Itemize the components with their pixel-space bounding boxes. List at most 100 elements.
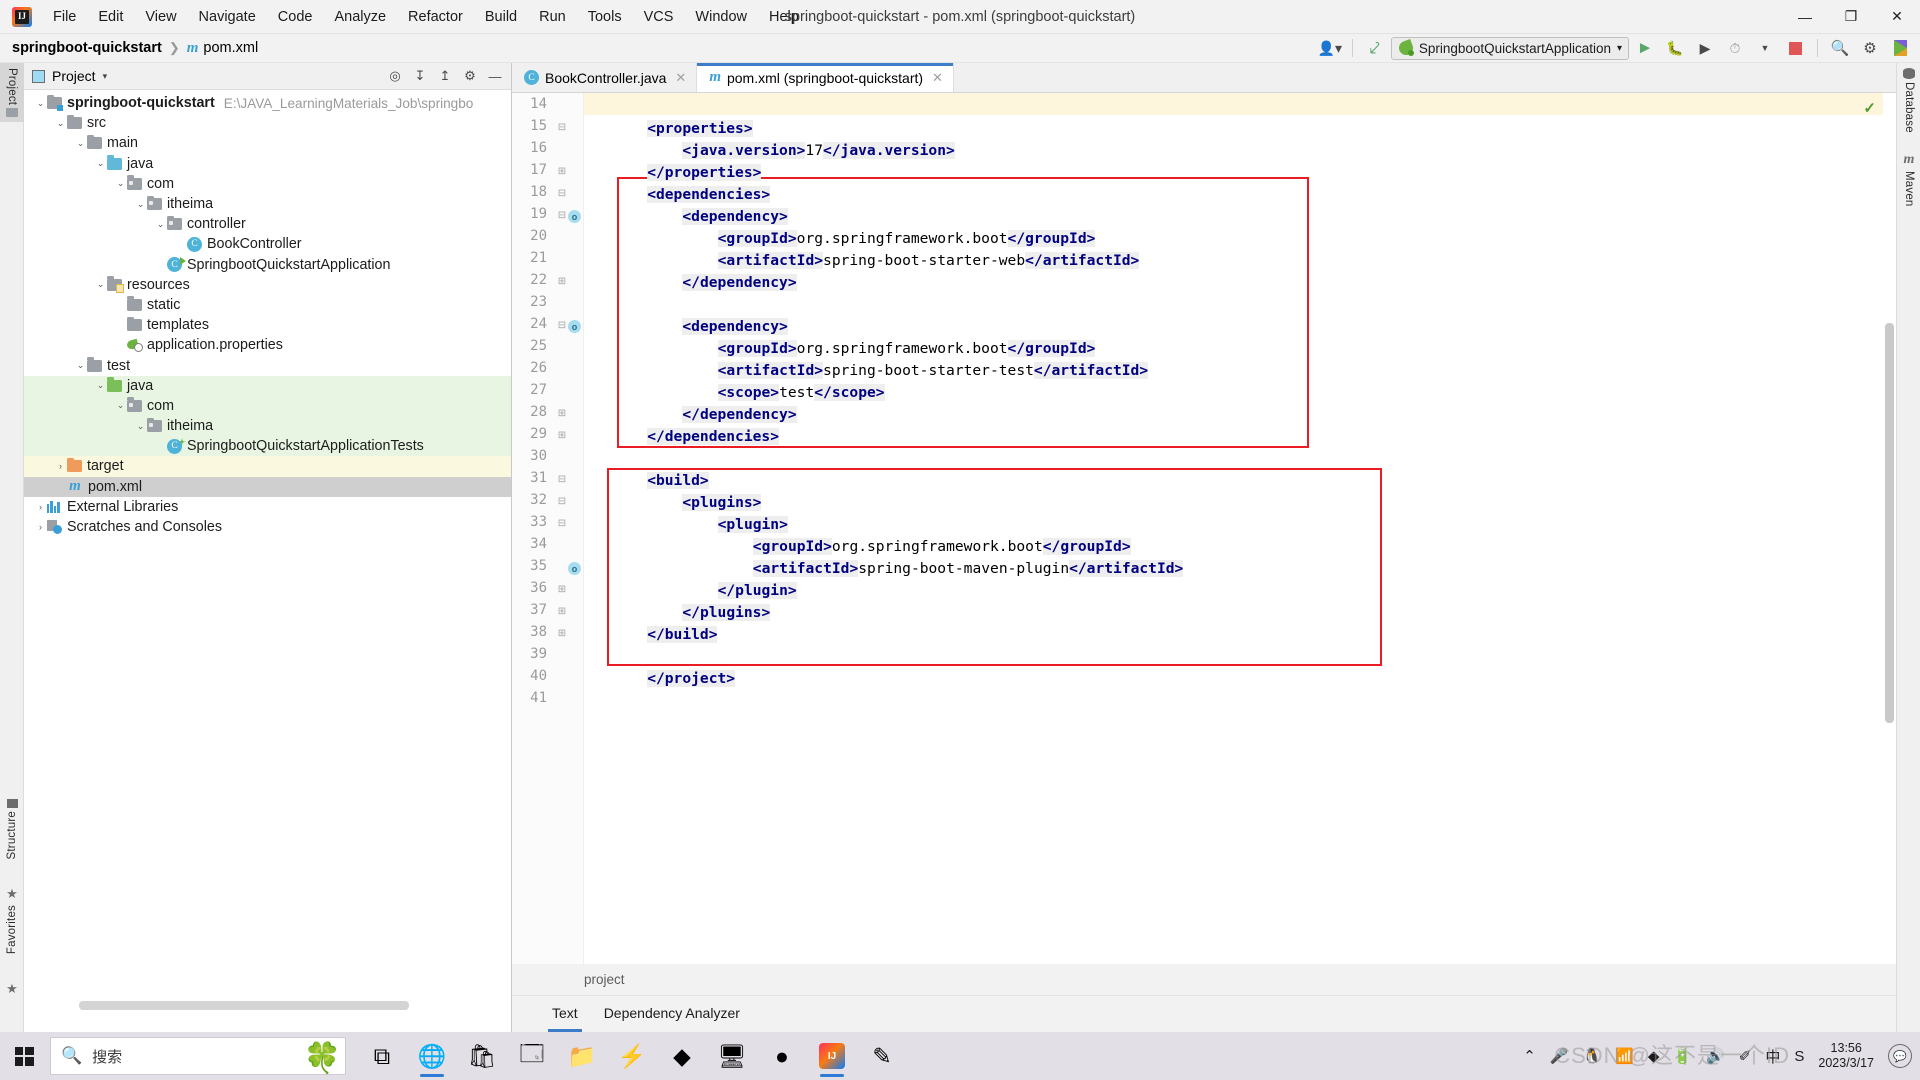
taskbar-pen-app-icon[interactable]: ✎	[860, 1034, 904, 1078]
menu-item-navigate[interactable]: Navigate	[188, 5, 267, 29]
chevron-down-icon[interactable]: ⌄	[94, 158, 107, 169]
code-fold-icon[interactable]: ⊟	[557, 189, 567, 199]
qq-penguin-icon[interactable]: 🐧	[1582, 1047, 1601, 1065]
tree-node-springbootquickstartapplicationtests[interactable]: C SpringbootQuickstartApplicationTests	[24, 436, 511, 457]
tree-node-bookcontroller[interactable]: C BookController	[24, 234, 511, 254]
editor-gutter[interactable]: 14 15 ⊟ 16 17 ⊞ 18 ⊟ 19 ⊟ o 20 21 22 ⊞ 23 24 ⊟ o 25 26 27 28 ⊞ 2…	[512, 93, 584, 964]
colorful-cube-icon[interactable]: ◆	[1648, 1047, 1660, 1065]
taskbar-task-view-icon[interactable]: ⧉	[360, 1034, 404, 1078]
tree-node-itheima[interactable]: ⌄ itheima	[24, 416, 511, 437]
editor-vertical-scrollbar[interactable]	[1883, 93, 1896, 964]
chevron-down-icon[interactable]: ▾	[103, 71, 108, 82]
hide-icon[interactable]: —	[483, 65, 507, 87]
ime-chinese-icon[interactable]: 中	[1765, 1046, 1780, 1067]
close-icon[interactable]: ✕	[932, 70, 943, 86]
code-fold-icon[interactable]: ⊞	[557, 607, 567, 617]
taskbar-circle-app-icon[interactable]: ●	[760, 1034, 804, 1078]
code-fold-icon[interactable]: ⊞	[557, 431, 567, 441]
project-tree[interactable]: ⌄ springboot-quickstart E:\JAVA_LearningMa…	[24, 90, 511, 964]
menu-item-vcs[interactable]: VCS	[633, 5, 685, 29]
minimize-button[interactable]: —	[1782, 0, 1828, 33]
chevron-down-icon[interactable]: ⌄	[74, 360, 87, 371]
pen-tray-icon[interactable]: ✐	[1739, 1047, 1752, 1065]
run-button[interactable]: ►	[1631, 36, 1659, 60]
tool-window-button-maven[interactable]: m Maven	[1897, 147, 1920, 212]
code-fold-icon[interactable]: ⊞	[557, 277, 567, 287]
code-fold-icon[interactable]: ⊟	[557, 321, 567, 331]
chevron-right-icon[interactable]: ›	[34, 522, 47, 532]
tree-node-java[interactable]: ⌄ java	[24, 375, 511, 396]
chevron-down-icon[interactable]: ⌄	[114, 178, 127, 189]
code-fold-icon[interactable]: ⊟	[557, 211, 567, 221]
tree-node-src[interactable]: ⌄ src	[24, 113, 511, 133]
chevron-down-icon[interactable]: ⌄	[54, 118, 67, 129]
chevron-down-icon[interactable]: ⌄	[94, 380, 107, 391]
menu-item-code[interactable]: Code	[267, 5, 324, 29]
run-with-coverage-button[interactable]: ▶	[1691, 36, 1719, 60]
code-fold-icon[interactable]: ⊞	[557, 585, 567, 595]
microphone-icon[interactable]: 🎤	[1550, 1047, 1569, 1065]
code-fold-icon[interactable]: ⊟	[557, 123, 567, 133]
breadcrumb-file[interactable]: pom.xml	[203, 40, 258, 56]
menu-item-file[interactable]: File	[42, 5, 87, 29]
show-hidden-icons[interactable]: ⌃	[1523, 1047, 1536, 1065]
editor-tab-pom-xml[interactable]: m pom.xml (springboot-quickstart) ✕	[697, 63, 954, 92]
start-button[interactable]	[0, 1032, 48, 1080]
collapse-all-icon[interactable]: ↥	[433, 65, 457, 87]
tree-node-target[interactable]: › target	[24, 456, 511, 477]
build-hammer-icon[interactable]: ⤦	[1361, 36, 1389, 60]
code-content[interactable]: <properties> <java.version>17</java.versi…	[584, 93, 1896, 964]
chevron-down-icon[interactable]: ⌄	[134, 199, 147, 210]
debug-button[interactable]: 🐛	[1661, 36, 1689, 60]
chevron-down-icon[interactable]: ⌄	[154, 219, 167, 230]
stop-button[interactable]	[1781, 36, 1809, 60]
expand-all-icon[interactable]: ↧	[408, 65, 432, 87]
close-button[interactable]: ✕	[1874, 0, 1920, 33]
chevron-down-icon[interactable]: ▼	[1751, 36, 1779, 60]
tree-node-resources[interactable]: ⌄ resources	[24, 275, 511, 295]
sogou-ime-icon[interactable]: S	[1794, 1048, 1804, 1065]
chevron-down-icon[interactable]: ⌄	[94, 279, 107, 290]
chevron-right-icon[interactable]: ›	[54, 461, 67, 471]
run-configuration-selector[interactable]: SpringbootQuickstartApplication ▾	[1390, 36, 1629, 60]
project-horizontal-scrollbar[interactable]	[79, 1001, 409, 1010]
close-icon[interactable]: ✕	[675, 70, 686, 86]
taskbar-file-explorer-icon[interactable]: 📁	[560, 1034, 604, 1078]
gear-icon[interactable]: ⚙	[458, 65, 482, 87]
menu-item-window[interactable]: Window	[684, 5, 758, 29]
taskbar-bolt-app-icon[interactable]: ⚡	[610, 1034, 654, 1078]
search-icon[interactable]: 🔍	[1826, 36, 1854, 60]
code-fold-icon[interactable]: ⊞	[557, 629, 567, 639]
code-fold-icon[interactable]: ⊟	[557, 519, 567, 529]
tool-window-button-structure[interactable]: Structure	[0, 794, 24, 864]
taskbar-explorer-window-icon[interactable]: 🗔	[510, 1034, 554, 1078]
taskbar-intellij-idea-icon[interactable]: IJ	[810, 1034, 854, 1078]
tool-window-button-database[interactable]: Database	[1897, 63, 1920, 138]
tree-node-external-libraries[interactable]: › External Libraries	[24, 497, 511, 517]
maven-dependency-gutter-icon[interactable]: o	[568, 562, 581, 575]
taskbar-cube-app-icon[interactable]: ◆	[660, 1034, 704, 1078]
maximize-button[interactable]: ❐	[1828, 0, 1874, 33]
breadcrumb-project[interactable]: springboot-quickstart	[12, 40, 162, 56]
tree-node-springbootquickstartapplication[interactable]: C SpringbootQuickstartApplication	[24, 255, 511, 275]
scrollbar-thumb[interactable]	[1885, 323, 1894, 723]
menu-item-run[interactable]: Run	[528, 5, 577, 29]
tree-node-java[interactable]: ⌄ java	[24, 154, 511, 174]
chevron-down-icon[interactable]: ⌄	[74, 138, 87, 149]
code-editor[interactable]: 14 15 ⊟ 16 17 ⊞ 18 ⊟ 19 ⊟ o 20 21 22 ⊞ 23 24 ⊟ o 25 26 27 28 ⊞ 2…	[512, 93, 1896, 964]
taskbar-search-box[interactable]: 🔍 搜索 🍀	[50, 1037, 346, 1075]
menu-item-view[interactable]: View	[134, 5, 187, 29]
chevron-down-icon[interactable]: ⌄	[134, 421, 147, 432]
taskbar-monitor-app-icon[interactable]: 🖥	[710, 1034, 754, 1078]
view-tab-dependency-analyzer[interactable]: Dependency Analyzer	[604, 1005, 740, 1024]
taskbar-microsoft-store-icon[interactable]: 🛍	[460, 1034, 504, 1078]
tree-node-main[interactable]: ⌄ main	[24, 133, 511, 153]
chevron-right-icon[interactable]: ›	[34, 502, 47, 512]
editor-tab-bookcontroller-java[interactable]: C BookController.java ✕	[512, 63, 698, 92]
volume-icon[interactable]: 🔊	[1706, 1047, 1725, 1065]
tree-node-controller[interactable]: ⌄ controller	[24, 214, 511, 234]
taskbar-edge-icon[interactable]: 🌐	[410, 1034, 454, 1078]
code-fold-icon[interactable]: ⊞	[557, 167, 567, 177]
tree-node-templates[interactable]: templates	[24, 315, 511, 335]
user-account-icon[interactable]: 👤▾	[1316, 36, 1344, 60]
